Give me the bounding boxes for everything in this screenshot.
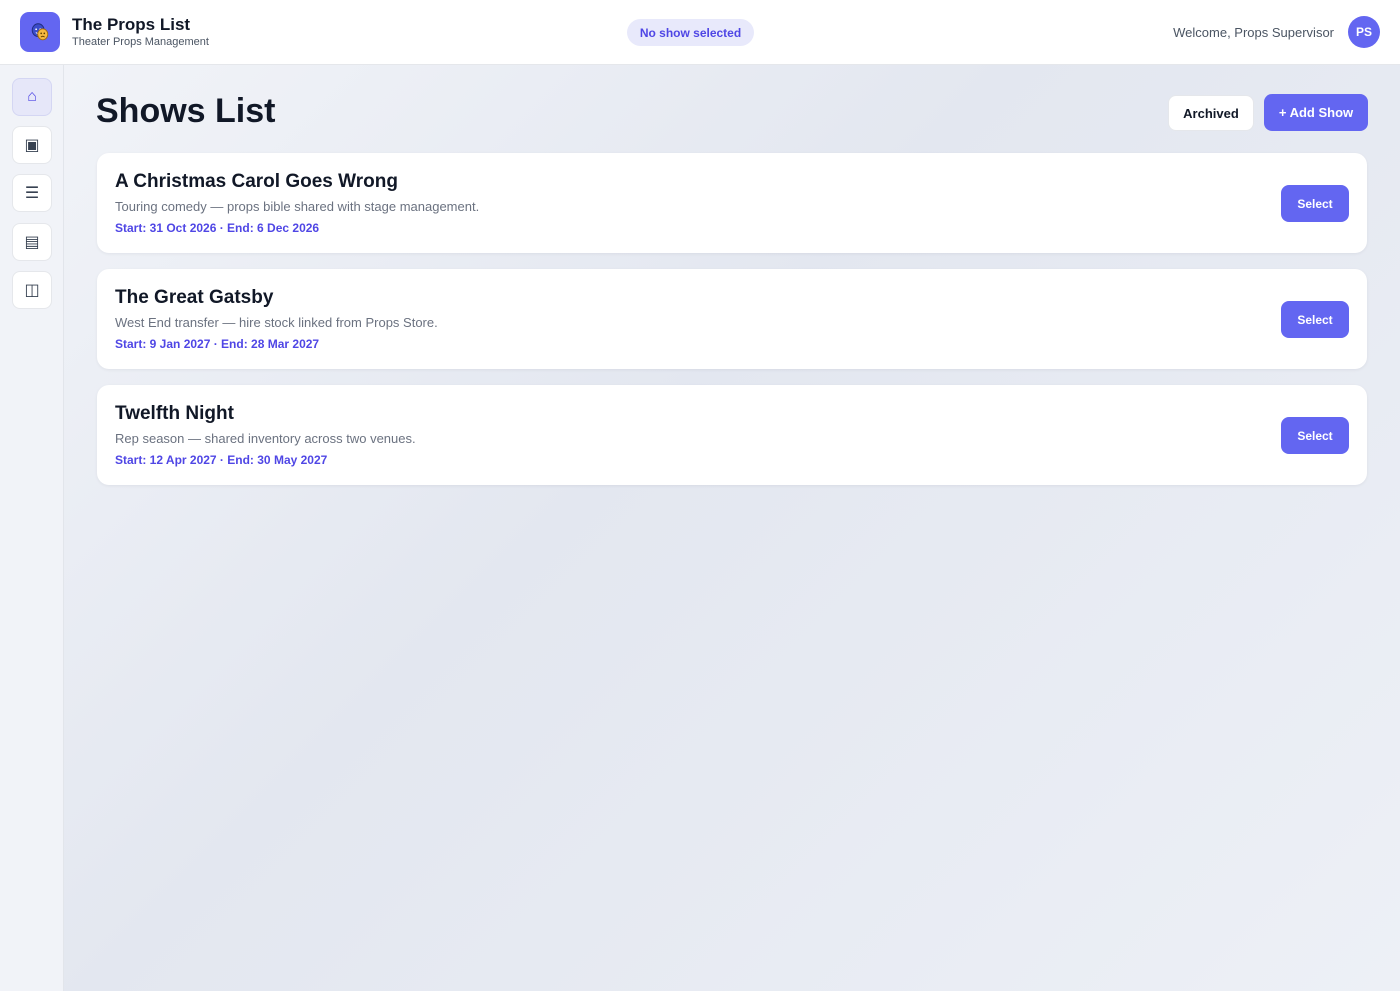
app-header: The Props List Theater Props Management … [0,0,1400,65]
show-description: Rep season — shared inventory across two… [115,431,416,446]
app-title: The Props List [72,15,191,34]
sidebar-item-list[interactable]: ☰ [12,174,52,212]
sidebar: ⌂ ▣ ☰ ▤ ◫ [0,65,64,991]
list-icon: ☰ [24,185,40,202]
select-show-button[interactable]: Select [1281,301,1349,338]
sidebar-item-home[interactable]: ⌂ [12,78,52,116]
sidebar-item-columns[interactable]: ◫ [12,271,52,309]
inventory-icon: ▤ [24,234,40,251]
show-dates: Start: 9 Jan 2027 · End: 28 Mar 2027 [115,337,320,351]
show-title: Twelfth Night [115,403,234,424]
sidebar-item-inventory[interactable]: ▤ [12,223,52,261]
home-icon: ⌂ [27,88,37,105]
archived-button[interactable]: Archived [1168,95,1254,131]
columns-icon: ◫ [24,282,40,299]
show-description: Touring comedy — props bible shared with… [115,199,480,214]
show-card: Twelfth Night Rep season — shared invent… [97,385,1367,485]
show-title: The Great Gatsby [115,287,274,308]
shows-icon: ▣ [24,137,40,154]
select-show-button[interactable]: Select [1281,185,1349,222]
page-title: Shows List [96,92,276,130]
show-card: A Christmas Carol Goes Wrong Touring com… [97,153,1367,253]
add-show-button[interactable]: + Add Show [1264,94,1368,131]
avatar[interactable]: PS [1348,16,1380,48]
welcome-text: Welcome, Props Supervisor [1173,25,1334,40]
show-title: A Christmas Carol Goes Wrong [115,171,398,192]
show-description: West End transfer — hire stock linked fr… [115,315,438,330]
theater-masks-icon[interactable] [20,12,60,52]
show-card: The Great Gatsby West End transfer — hir… [97,269,1367,369]
app-subtitle: Theater Props Management [72,36,209,48]
show-dates: Start: 12 Apr 2027 · End: 30 May 2027 [115,453,328,467]
current-show-badge[interactable]: No show selected [627,19,754,46]
select-show-button[interactable]: Select [1281,417,1349,454]
sidebar-item-shows[interactable]: ▣ [12,126,52,164]
show-dates: Start: 31 Oct 2026 · End: 6 Dec 2026 [115,221,320,235]
